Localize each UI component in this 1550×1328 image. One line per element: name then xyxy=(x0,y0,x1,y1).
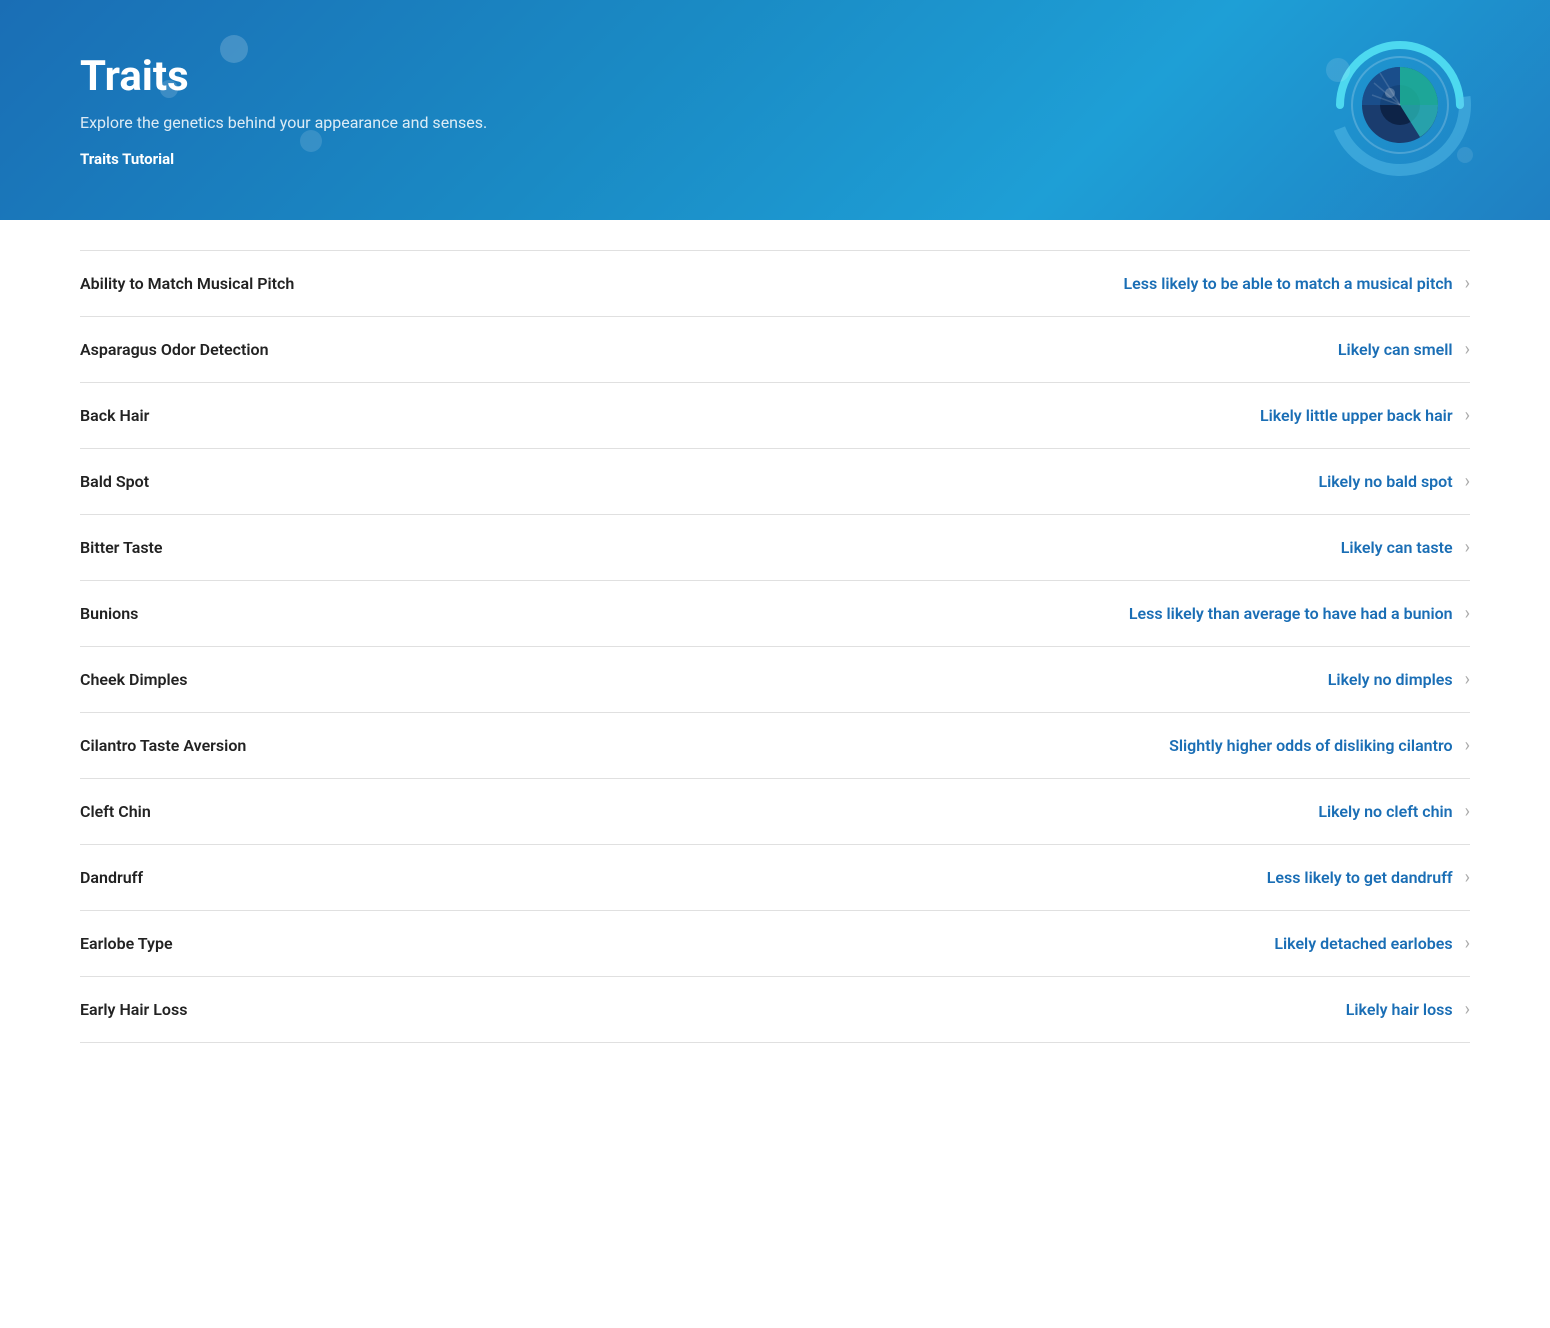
trait-result: Less likely to be able to match a musica… xyxy=(1124,274,1453,293)
trait-name: Cheek Dimples xyxy=(80,670,380,689)
trait-row[interactable]: Ability to Match Musical Pitch Less likel… xyxy=(80,250,1470,317)
page-title: Traits xyxy=(80,52,1470,101)
chevron-right-icon: › xyxy=(1465,273,1470,294)
trait-right-section: Likely no dimples › xyxy=(1328,669,1470,690)
trait-right-section: Less likely than average to have had a b… xyxy=(1129,603,1470,624)
traits-list: Ability to Match Musical Pitch Less likel… xyxy=(80,250,1470,1043)
chevron-right-icon: › xyxy=(1465,999,1470,1020)
trait-row[interactable]: Bunions Less likely than average to have … xyxy=(80,581,1470,647)
trait-right-section: Likely detached earlobes › xyxy=(1274,933,1470,954)
trait-name: Ability to Match Musical Pitch xyxy=(80,274,380,293)
trait-row[interactable]: Back Hair Likely little upper back hair › xyxy=(80,383,1470,449)
chevron-right-icon: › xyxy=(1465,669,1470,690)
trait-row[interactable]: Earlobe Type Likely detached earlobes › xyxy=(80,911,1470,977)
trait-result: Likely detached earlobes xyxy=(1274,934,1452,953)
trait-result: Less likely to get dandruff xyxy=(1267,868,1453,887)
deco-bubble-1 xyxy=(220,35,248,63)
chevron-right-icon: › xyxy=(1465,603,1470,624)
trait-right-section: Likely no cleft chin › xyxy=(1318,801,1470,822)
trait-right-section: Less likely to get dandruff › xyxy=(1267,867,1470,888)
trait-result: Likely little upper back hair xyxy=(1260,406,1453,425)
trait-result: Likely no cleft chin xyxy=(1318,802,1452,821)
trait-name: Cleft Chin xyxy=(80,802,380,821)
deco-bubble-3 xyxy=(300,130,322,152)
trait-name: Earlobe Type xyxy=(80,934,380,953)
trait-right-section: Slightly higher odds of disliking cilant… xyxy=(1169,735,1470,756)
chevron-right-icon: › xyxy=(1465,471,1470,492)
traits-list-container: Ability to Match Musical Pitch Less likel… xyxy=(0,220,1550,1043)
header-eye-icon xyxy=(1310,15,1490,195)
trait-row[interactable]: Cleft Chin Likely no cleft chin › xyxy=(80,779,1470,845)
trait-name: Asparagus Odor Detection xyxy=(80,340,380,359)
trait-right-section: Likely can taste › xyxy=(1341,537,1470,558)
trait-name: Bitter Taste xyxy=(80,538,380,557)
page-subtitle: Explore the genetics behind your appeara… xyxy=(80,113,1470,132)
trait-row[interactable]: Asparagus Odor Detection Likely can smell… xyxy=(80,317,1470,383)
trait-result: Less likely than average to have had a b… xyxy=(1129,604,1453,623)
trait-row[interactable]: Early Hair Loss Likely hair loss › xyxy=(80,977,1470,1043)
trait-right-section: Less likely to be able to match a musica… xyxy=(1124,273,1471,294)
chevron-right-icon: › xyxy=(1465,735,1470,756)
page-header: Traits Explore the genetics behind your … xyxy=(0,0,1550,220)
trait-name: Back Hair xyxy=(80,406,380,425)
trait-right-section: Likely little upper back hair › xyxy=(1260,405,1470,426)
trait-right-section: Likely no bald spot › xyxy=(1318,471,1470,492)
trait-result: Likely hair loss xyxy=(1346,1000,1453,1019)
chevron-right-icon: › xyxy=(1465,339,1470,360)
chevron-right-icon: › xyxy=(1465,405,1470,426)
trait-name: Bald Spot xyxy=(80,472,380,491)
chevron-right-icon: › xyxy=(1465,933,1470,954)
trait-name: Early Hair Loss xyxy=(80,1000,380,1019)
trait-name: Cilantro Taste Aversion xyxy=(80,736,380,755)
chevron-right-icon: › xyxy=(1465,801,1470,822)
trait-row[interactable]: Cilantro Taste Aversion Slightly higher o… xyxy=(80,713,1470,779)
trait-right-section: Likely can smell › xyxy=(1338,339,1470,360)
trait-result: Slightly higher odds of disliking cilant… xyxy=(1169,736,1453,755)
trait-row[interactable]: Dandruff Less likely to get dandruff › xyxy=(80,845,1470,911)
trait-right-section: Likely hair loss › xyxy=(1346,999,1470,1020)
trait-name: Dandruff xyxy=(80,868,380,887)
tutorial-link[interactable]: Traits Tutorial xyxy=(80,150,1470,168)
trait-result: Likely no bald spot xyxy=(1318,472,1452,491)
trait-result: Likely can smell xyxy=(1338,340,1453,359)
trait-result: Likely can taste xyxy=(1341,538,1453,557)
chevron-right-icon: › xyxy=(1465,867,1470,888)
trait-result: Likely no dimples xyxy=(1328,670,1453,689)
trait-row[interactable]: Bald Spot Likely no bald spot › xyxy=(80,449,1470,515)
chevron-right-icon: › xyxy=(1465,537,1470,558)
trait-name: Bunions xyxy=(80,604,380,623)
trait-row[interactable]: Cheek Dimples Likely no dimples › xyxy=(80,647,1470,713)
trait-row[interactable]: Bitter Taste Likely can taste › xyxy=(80,515,1470,581)
deco-bubble-2 xyxy=(160,80,178,98)
